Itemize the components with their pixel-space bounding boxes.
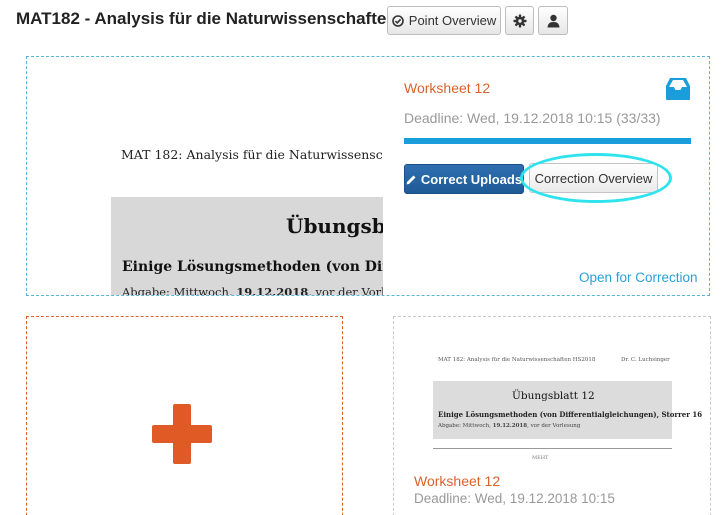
correction-status-link[interactable]: Open for Correction: [579, 270, 698, 285]
preview-author: Dr. C. Luchsinger: [621, 357, 670, 363]
progress-fill: [404, 138, 691, 144]
worksheet-title[interactable]: Worksheet 12: [404, 80, 490, 96]
preview-abgabe: Abgabe: Mittwoch, 19.12.2018, vor der Vo…: [438, 423, 581, 429]
plus-icon: [152, 404, 212, 464]
preview-header: MAT 182: Analysis für die Naturwissensch…: [121, 147, 383, 162]
point-overview-button[interactable]: Point Overview: [387, 6, 501, 35]
add-worksheet-card[interactable]: [26, 316, 343, 515]
preview-subtitle: Einige Lösungsmethoden (von Differential…: [438, 410, 703, 419]
gear-icon: [513, 14, 526, 27]
deadline-text: Deadline: Wed, 19.12.2018 10:15: [414, 491, 615, 506]
submission-progress-bar: [404, 138, 691, 144]
worksheet-preview[interactable]: MAT 182: Analysis für die Naturwissensch…: [27, 57, 383, 295]
preview-header: MAT 182: Analysis für die Naturwissensch…: [438, 357, 596, 363]
preview-rule: [433, 448, 672, 449]
preview-title: Übungsblatt 12: [512, 390, 595, 402]
point-overview-label: Point Overview: [408, 13, 497, 28]
correct-uploads-label: Correct Uploads: [420, 171, 523, 187]
deadline-text: Deadline: Wed, 19.12.2018 10:15 (33/33): [404, 110, 661, 126]
highlight-ring: [520, 153, 672, 203]
inbox-icon: [666, 78, 690, 100]
worksheet-card-small[interactable]: MAT 182: Analysis für die Naturwissensch…: [393, 316, 711, 515]
pencil-icon: [406, 175, 416, 184]
worksheet-card: MAT 182: Analysis für die Naturwissensch…: [26, 56, 710, 296]
check-circle-icon: [391, 14, 404, 27]
settings-button[interactable]: [505, 6, 534, 35]
course-title: MAT182 - Analysis für die Naturwissensch…: [16, 9, 397, 28]
user-icon: [547, 14, 559, 27]
preview-note: MEHT: [532, 455, 549, 461]
preview-abgabe: Abgabe: Mittwoch, 19.12.2018, vor der Vo…: [122, 285, 383, 295]
preview-subtitle: Einige Lösungsmethoden (von Differential…: [122, 259, 383, 275]
preview-title-box: [111, 197, 383, 295]
correct-uploads-button[interactable]: Correct Uploads: [404, 164, 524, 194]
preview-title: Übungsblatt 12: [286, 214, 383, 238]
worksheet-title[interactable]: Worksheet 12: [414, 473, 500, 489]
user-button[interactable]: [538, 6, 568, 35]
